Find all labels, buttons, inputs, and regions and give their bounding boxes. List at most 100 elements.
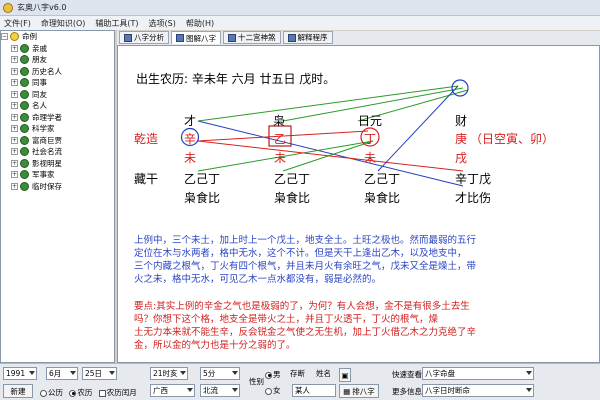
tab-icon [176, 34, 184, 42]
tree-item-label: 临时保存 [32, 181, 62, 191]
input-value: 某人 [295, 386, 310, 395]
tab-twelve-palaces[interactable]: 十二宫神煞 [223, 31, 281, 44]
folder-icon [20, 89, 29, 99]
tab-bazi-analysis[interactable]: 八字分析 [119, 31, 169, 44]
expand-icon[interactable]: + [11, 90, 18, 98]
solar-radio[interactable]: 公历 [40, 388, 63, 397]
tree-root[interactable]: − 命例 [1, 31, 114, 43]
menu-bar: 文件(F) 命理知识(O) 辅助工具(T) 选项(S) 帮助(H) [0, 16, 600, 30]
case-tree[interactable]: − 命例 + 亲戚 + 朋友 + 历史名人 + 同事 + 同友 + 名人 + 命理学者 + 科学家 + 富商巨贾 +… [0, 30, 115, 363]
expand-icon[interactable]: + [11, 102, 18, 110]
expand-icon[interactable]: + [11, 159, 18, 167]
tab-explain[interactable]: 解释程序 [282, 31, 333, 44]
dropdown-arrow-icon [526, 388, 532, 392]
stem-note: （日空寅、卯） [470, 132, 555, 146]
dropdown-arrow-icon [180, 371, 186, 375]
diagram-panel: 出生农历: 辛未年 六月 廿五日 戊时。 才 枭 日元 财 乾造 辛 乙 丁 庚… [117, 45, 600, 363]
dropdown-arrow-icon [109, 371, 115, 375]
expand-icon[interactable]: + [11, 79, 18, 87]
tree-item[interactable]: + 富商巨贾 [1, 135, 114, 147]
stem-hour: 庚 [455, 132, 468, 146]
expand-icon[interactable]: + [11, 67, 18, 75]
tree-item[interactable]: + 社会名流 [1, 146, 114, 158]
folder-icon [20, 78, 29, 88]
hour-select[interactable]: 21时亥 [150, 367, 188, 380]
grid-icon: ▦ [343, 386, 351, 396]
tree-item[interactable]: + 亲戚 [1, 43, 114, 55]
folder-icon[interactable]: ▣ [339, 368, 351, 382]
tree-item-label: 名人 [32, 101, 47, 111]
dropdown-arrow-icon [70, 371, 76, 375]
province-select[interactable]: 广西 [150, 384, 195, 397]
tree-item[interactable]: + 朋友 [1, 54, 114, 66]
tree-item[interactable]: + 临时保存 [1, 181, 114, 193]
tree-item[interactable]: + 同友 [1, 89, 114, 101]
expand-icon[interactable]: + [11, 113, 18, 121]
hidden-month: 乙己丁 [274, 172, 311, 186]
tree-item[interactable]: + 影视明星 [1, 158, 114, 170]
folder-icon [20, 66, 29, 76]
expand-icon[interactable]: + [11, 44, 18, 52]
name-label: 姓名 [316, 369, 331, 378]
branch-day: 未 [364, 151, 377, 165]
analysis-paragraph-2: 要点:其实上例的辛金之气也是极弱的了，为何？有人会想，金不是有很多土去生 吗？你… [134, 300, 476, 352]
minute-select[interactable]: 5分 [200, 367, 240, 380]
tree-item-label: 军事家 [32, 170, 55, 180]
select-value: 21时亥 [153, 369, 178, 378]
select-value: 广西 [153, 386, 168, 395]
menu-options[interactable]: 选项(S) [149, 18, 176, 29]
folder-icon [20, 43, 29, 53]
tree-item[interactable]: + 科学家 [1, 123, 114, 135]
hidden-shishen-hour: 才比伤 [455, 191, 492, 205]
menu-knowledge[interactable]: 命理知识(O) [41, 18, 86, 29]
year-select[interactable]: 1991 [3, 367, 37, 380]
hidden-shishen-year: 枭食比 [184, 191, 221, 205]
tab-bazi-diagram[interactable]: 图解八字 [171, 31, 221, 44]
tree-item[interactable]: + 军事家 [1, 169, 114, 181]
tree-item[interactable]: + 同事 [1, 77, 114, 89]
text-line: 吗？你想下这个格，地支全是带火之土，并且丁火透干，丁火的根气，燥 [134, 314, 439, 325]
expand-icon[interactable]: + [11, 182, 18, 190]
folder-icon [20, 124, 29, 134]
qianzao-label: 乾造 [134, 132, 159, 146]
expand-icon[interactable]: + [11, 136, 18, 144]
branch-year: 未 [184, 151, 197, 165]
lunar-radio[interactable]: 农历 [69, 388, 92, 397]
quickview-select[interactable]: 八字命盘 [422, 367, 534, 380]
month-select[interactable]: 6月 [46, 367, 78, 380]
female-radio[interactable]: 女 [265, 385, 281, 396]
menu-tools[interactable]: 辅助工具(T) [95, 18, 138, 29]
tree-item[interactable]: + 名人 [1, 100, 114, 112]
male-radio[interactable]: 男 [265, 369, 281, 380]
expand-icon[interactable]: + [11, 56, 18, 64]
tree-item-label: 亲戚 [32, 43, 47, 53]
tree-item[interactable]: + 命理学者 [1, 112, 114, 124]
hidden-year: 乙己丁 [184, 172, 221, 186]
paibazi-button[interactable]: ▦ 排八字 [339, 384, 379, 398]
stem-year: 辛 [184, 132, 197, 146]
tree-item-label: 同友 [32, 89, 47, 99]
expand-icon[interactable]: + [11, 125, 18, 133]
more-info-select[interactable]: 八字日时断命 [422, 384, 534, 397]
input-toolbar: 1991 6月 25日 21时亥 5分 新建 公历 农历 农历闰月 广西 北流 … [0, 363, 600, 400]
menu-file[interactable]: 文件(F) [4, 18, 31, 29]
save-link[interactable]: 存断 [290, 368, 305, 379]
window-title: 玄奥八字v6.0 [17, 3, 67, 12]
new-button[interactable]: 新建 [3, 384, 33, 398]
city-select[interactable]: 北流 [200, 384, 240, 397]
expand-icon[interactable]: + [11, 171, 18, 179]
tree-item-label: 影视明星 [32, 158, 62, 168]
tree-item-label: 富商巨贾 [32, 135, 62, 145]
leap-month-checkbox[interactable]: 农历闰月 [98, 388, 137, 397]
day-select[interactable]: 25日 [82, 367, 117, 380]
select-value: 1991 [6, 369, 26, 378]
tree-item[interactable]: + 历史名人 [1, 66, 114, 78]
collapse-icon[interactable]: − [1, 33, 8, 41]
tree-item-label: 社会名流 [32, 147, 62, 157]
name-input[interactable]: 某人 [292, 384, 336, 397]
dropdown-arrow-icon [232, 388, 238, 392]
tree-item-label: 命理学者 [32, 112, 62, 122]
expand-icon[interactable]: + [11, 148, 18, 156]
menu-help[interactable]: 帮助(H) [186, 18, 214, 29]
dropdown-arrow-icon [187, 388, 193, 392]
